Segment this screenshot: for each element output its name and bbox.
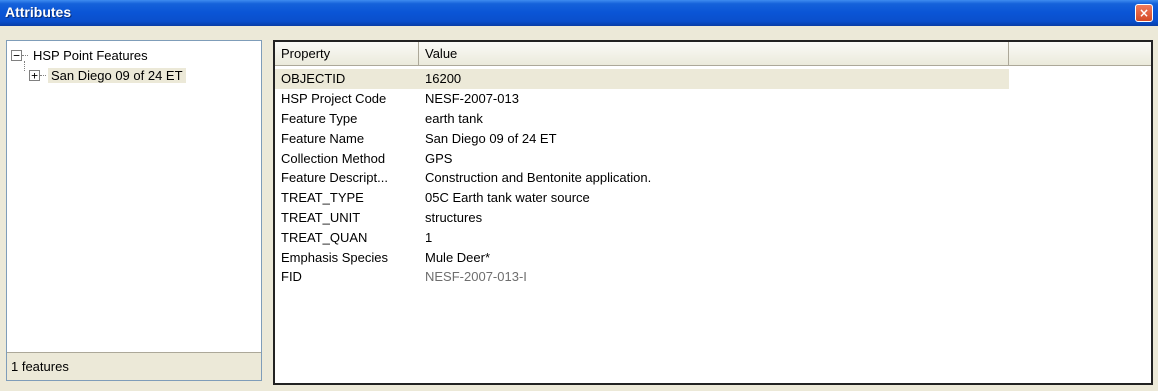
table-row[interactable]: HSP Project Code NESF-2007-013: [275, 89, 1151, 109]
value-cell: Construction and Bentonite application.: [425, 170, 652, 186]
tree-connector-vertical: [24, 61, 25, 71]
table-row[interactable]: TREAT_TYPE 05C Earth tank water source: [275, 188, 1151, 208]
property-cell: Emphasis Species: [281, 249, 388, 265]
table-row[interactable]: TREAT_QUAN 1: [275, 227, 1151, 247]
property-cell: OBJECTID: [281, 71, 346, 87]
value-cell: 16200: [425, 71, 462, 87]
table-row[interactable]: Feature Type earth tank: [275, 109, 1151, 129]
column-header-property[interactable]: Property: [275, 42, 419, 65]
table-row[interactable]: Feature Descript... Construction and Ben…: [275, 168, 1151, 188]
title-bar[interactable]: Attributes ×: [0, 0, 1158, 26]
tree-node-label: HSP Point Features: [33, 47, 148, 63]
window-body: − HSP Point Features + San Diego 09 of 2…: [0, 27, 1158, 391]
window-title: Attributes: [5, 4, 72, 20]
tree-node-label: San Diego 09 of 24 ET: [48, 67, 186, 83]
column-header-empty: [1009, 42, 1151, 65]
value-cell: Mule Deer*: [425, 249, 491, 265]
property-cell: HSP Project Code: [281, 91, 387, 107]
attribute-table[interactable]: Property Value OBJECTID 16200 HSP Projec…: [273, 40, 1153, 385]
column-header-value[interactable]: Value: [419, 42, 1009, 65]
table-row[interactable]: OBJECTID 16200: [275, 69, 1009, 89]
value-cell: 1: [425, 229, 433, 245]
table-row[interactable]: Emphasis Species Mule Deer*: [275, 247, 1151, 267]
table-header: Property Value: [275, 42, 1151, 66]
table-row[interactable]: Collection Method GPS: [275, 148, 1151, 168]
property-cell: Feature Type: [281, 110, 358, 126]
value-cell: San Diego 09 of 24 ET: [425, 130, 557, 146]
value-cell: structures: [425, 209, 483, 225]
tree-connector: [40, 74, 46, 76]
property-cell: Feature Name: [281, 130, 365, 146]
collapse-icon[interactable]: −: [11, 49, 22, 61]
feature-tree[interactable]: − HSP Point Features + San Diego 09 of 2…: [7, 41, 261, 351]
tree-node-feature[interactable]: + San Diego 09 of 24 ET: [29, 65, 186, 85]
value-cell: 05C Earth tank water source: [425, 190, 590, 206]
property-cell: FID: [281, 269, 302, 285]
close-icon: ×: [1138, 6, 1150, 20]
feature-tree-panel: − HSP Point Features + San Diego 09 of 2…: [6, 40, 262, 381]
tree-node-root[interactable]: − HSP Point Features: [11, 45, 151, 65]
tree-connector: [22, 54, 28, 56]
property-cell: TREAT_TYPE: [281, 190, 364, 206]
table-body: OBJECTID 16200 HSP Project Code NESF-200…: [275, 69, 1151, 287]
close-button[interactable]: ×: [1135, 4, 1153, 22]
property-cell: TREAT_UNIT: [281, 209, 361, 225]
feature-count: 1 features: [11, 359, 69, 374]
property-cell: TREAT_QUAN: [281, 229, 368, 245]
table-row[interactable]: TREAT_UNIT structures: [275, 208, 1151, 228]
table-row[interactable]: Feature Name San Diego 09 of 24 ET: [275, 128, 1151, 148]
value-cell: NESF-2007-013: [425, 91, 519, 107]
property-cell: Feature Descript...: [281, 170, 388, 186]
expand-icon[interactable]: +: [29, 69, 40, 81]
property-cell: Collection Method: [281, 150, 386, 166]
status-bar: 1 features: [7, 352, 261, 380]
table-row[interactable]: FID NESF-2007-013-I: [275, 267, 1151, 287]
value-cell: GPS: [425, 150, 453, 166]
value-cell: NESF-2007-013-I: [425, 269, 527, 285]
value-cell: earth tank: [425, 110, 483, 126]
